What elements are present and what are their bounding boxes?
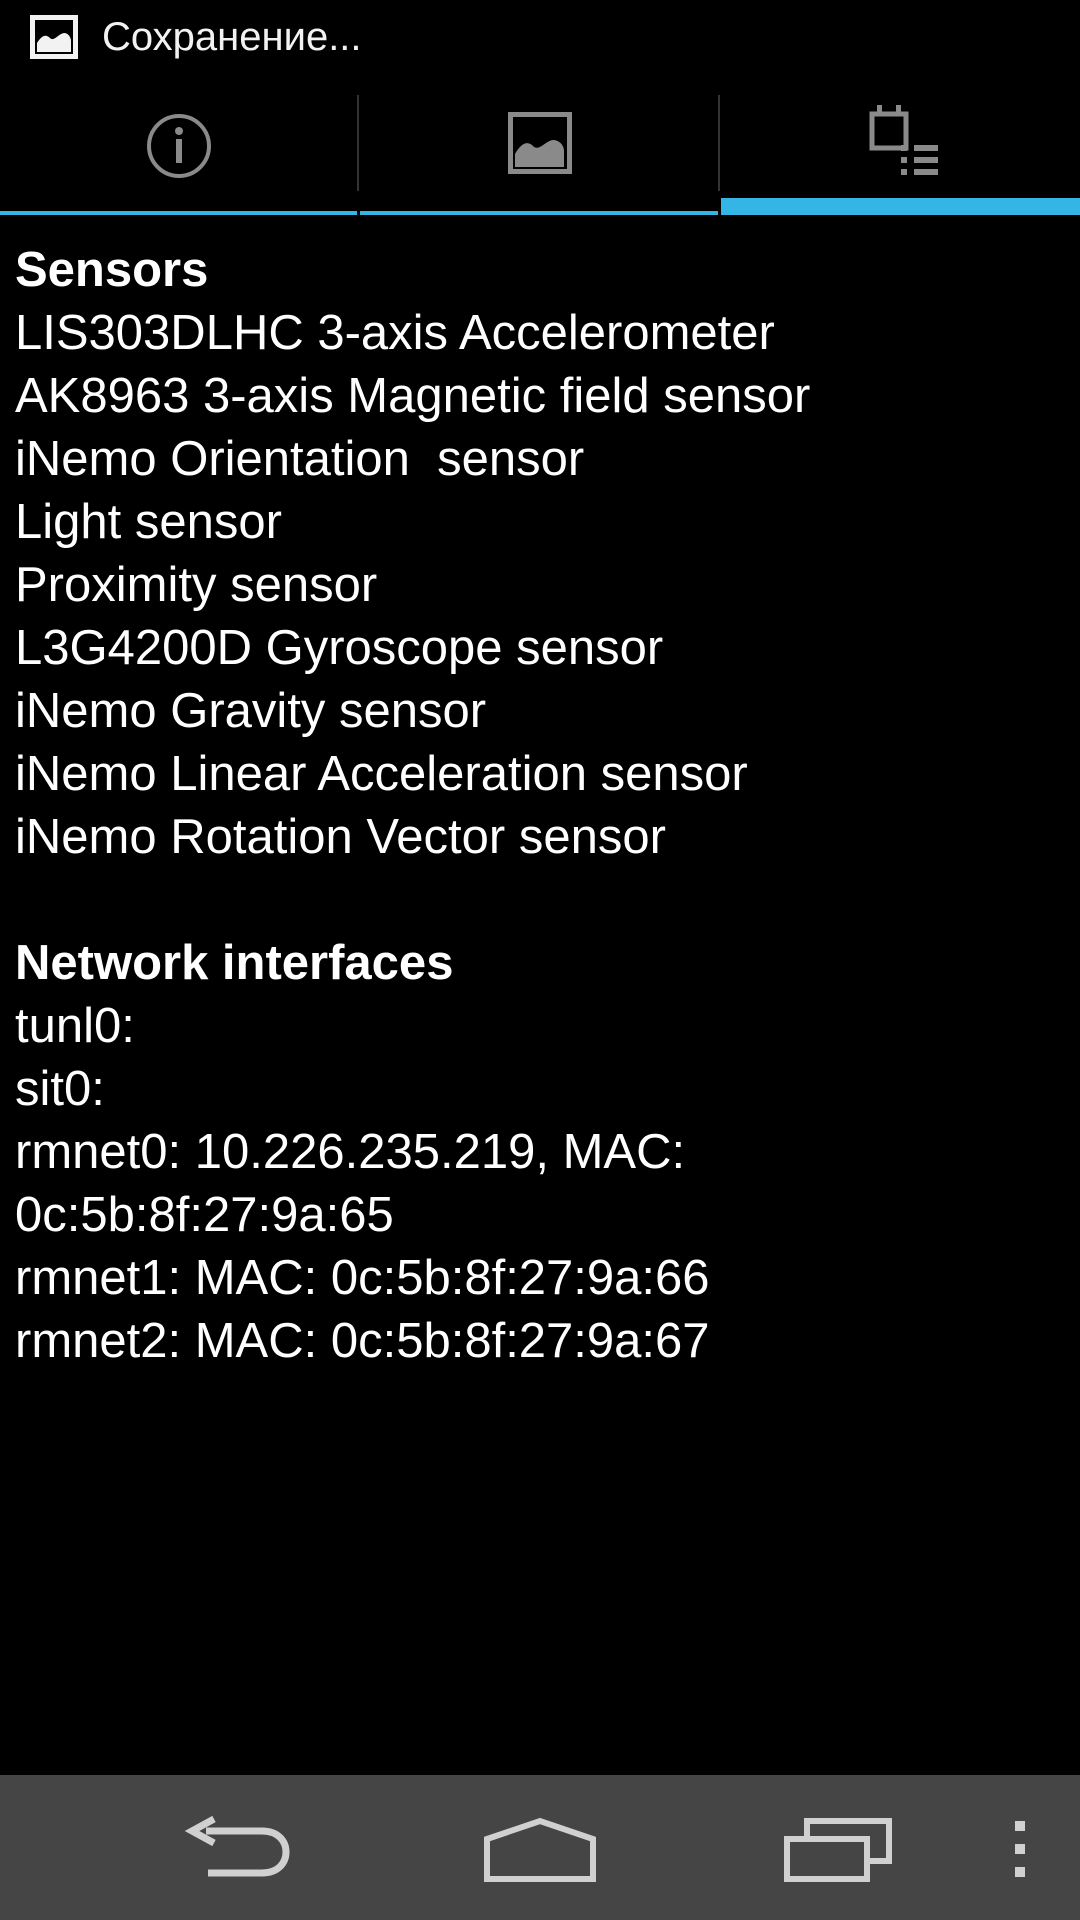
tab-device-info[interactable] <box>721 95 1080 215</box>
back-button[interactable] <box>178 1815 296 1885</box>
tab-selected-indicator <box>721 198 1080 215</box>
tab-divider <box>357 95 359 191</box>
device-list-icon <box>869 105 938 175</box>
navigation-bar <box>0 1775 1080 1920</box>
network-item: sit0: <box>15 1062 105 1116</box>
sensor-item: iNemo Gravity sensor <box>15 684 487 738</box>
back-icon <box>184 1815 290 1877</box>
tab-underline <box>360 211 718 215</box>
sensor-item: Light sensor <box>15 495 282 549</box>
sensor-item: iNemo Linear Acceleration sensor <box>15 747 748 801</box>
sensor-item: AK8963 3-axis Magnetic field sensor <box>15 369 811 423</box>
section-title-sensors: Sensors <box>15 243 209 297</box>
sensor-item: iNemo Rotation Vector sensor <box>15 810 666 864</box>
sensor-item: Proximity sensor <box>15 558 378 612</box>
tab-underline <box>0 211 357 215</box>
recent-apps-icon <box>784 1818 892 1882</box>
overflow-menu-button[interactable] <box>1005 1817 1037 1885</box>
network-item: tunl0: <box>15 999 135 1053</box>
image-icon <box>508 112 572 174</box>
tab-image[interactable] <box>360 95 718 215</box>
network-item: rmnet2: MAC: 0c:5b:8f:27:9a:67 <box>15 1314 710 1368</box>
status-text: Сохранение... <box>102 15 362 59</box>
tab-info[interactable] <box>0 95 357 215</box>
recent-apps-button[interactable] <box>782 1815 894 1883</box>
network-item: rmnet0: 10.226.235.219, MAC: <box>15 1125 686 1179</box>
home-icon <box>484 1817 596 1882</box>
network-item: rmnet1: MAC: 0c:5b:8f:27:9a:66 <box>15 1251 710 1305</box>
tab-divider <box>718 95 720 191</box>
info-icon <box>147 114 211 178</box>
overflow-menu-icon <box>1015 1821 1025 1877</box>
screen: Сохранение... Sensors LIS303DLHC 3-axis … <box>0 0 1080 1920</box>
sensor-item: iNemo Orientation sensor <box>15 432 585 486</box>
device-info-content: Sensors LIS303DLHC 3-axis Accelerometer … <box>15 239 1065 1373</box>
tab-bar <box>0 95 1080 215</box>
section-title-network: Network interfaces <box>15 936 454 990</box>
sensor-item: LIS303DLHC 3-axis Accelerometer <box>15 306 775 360</box>
image-icon <box>30 15 78 59</box>
sensor-item: L3G4200D Gyroscope sensor <box>15 621 664 675</box>
status-bar: Сохранение... <box>0 0 1080 75</box>
home-button[interactable] <box>482 1817 598 1883</box>
network-item: 0c:5b:8f:27:9a:65 <box>15 1188 394 1242</box>
